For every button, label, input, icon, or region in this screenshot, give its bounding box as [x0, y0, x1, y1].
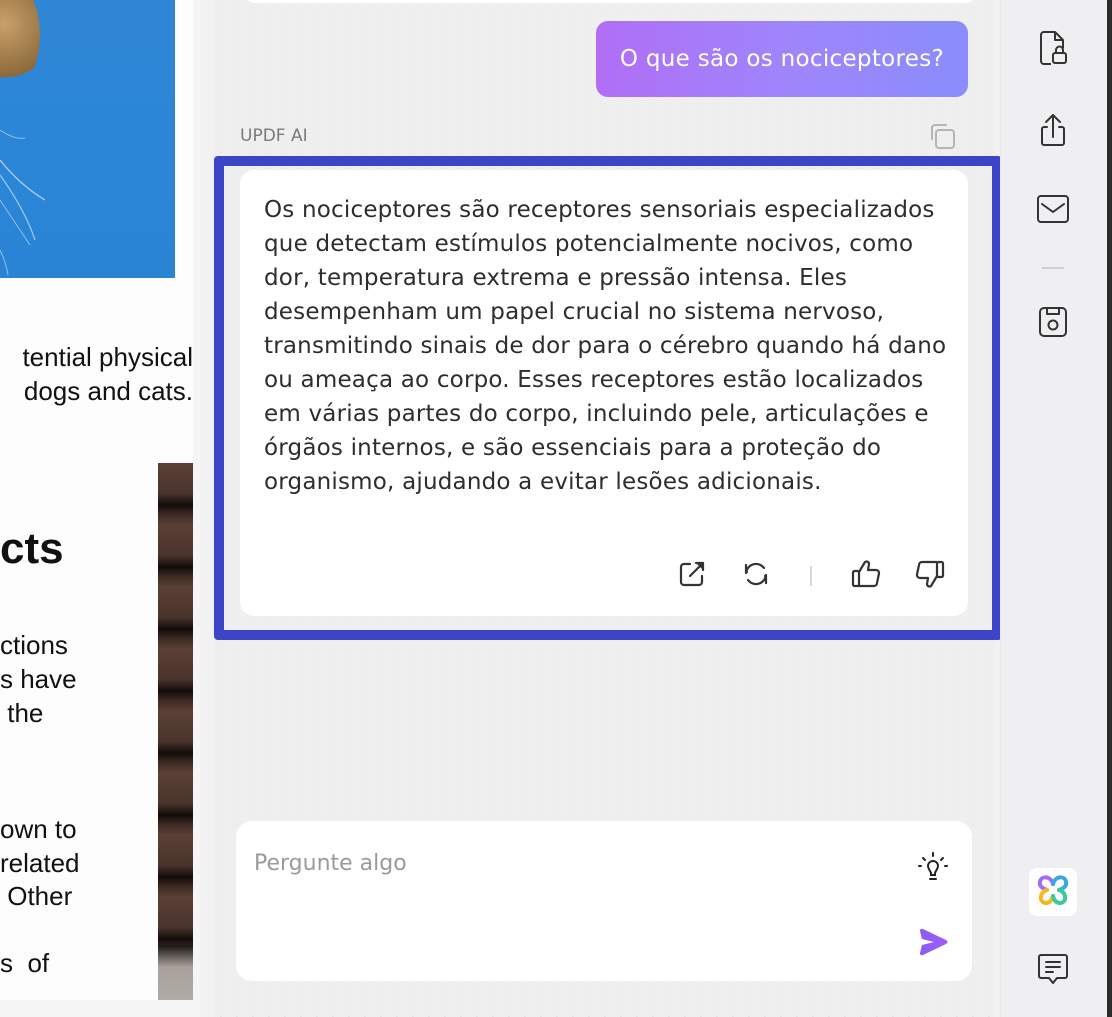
ai-response-text: Os nociceptores são receptores sensoriai… — [264, 197, 947, 495]
ai-chat-panel: O que são os nociceptores? UPDF AI Os no… — [213, 0, 1002, 1017]
comment-icon — [1035, 951, 1071, 993]
pdf-text-line: ctions — [0, 630, 68, 660]
mail-icon — [1035, 193, 1071, 229]
export-button[interactable] — [674, 558, 710, 594]
send-icon — [916, 928, 950, 963]
ai-response-card: Os nociceptores são receptores sensoriai… — [240, 170, 968, 616]
save-icon — [1036, 304, 1070, 344]
pdf-text-line: the — [0, 698, 44, 728]
share-button[interactable] — [1031, 111, 1075, 155]
email-button[interactable] — [1031, 189, 1075, 233]
thumbs-up-icon — [850, 558, 882, 594]
save-button[interactable] — [1031, 302, 1075, 346]
previous-message-card — [243, 0, 977, 3]
chat-input-box — [236, 821, 972, 981]
refresh-icon — [741, 559, 771, 593]
comments-button[interactable] — [1031, 950, 1075, 994]
thumbs-down-icon — [914, 558, 946, 594]
protect-document-button[interactable] — [1031, 28, 1075, 72]
prompt-suggestions-button[interactable] — [916, 851, 950, 885]
user-message-bubble: O que são os nociceptores? — [595, 21, 968, 97]
share-icon — [1035, 111, 1071, 155]
regenerate-button[interactable] — [738, 558, 774, 594]
pdf-text-line: tential physical — [22, 342, 193, 372]
actions-divider — [810, 566, 812, 586]
pdf-photo — [158, 463, 193, 1000]
pdf-text-line: s of — [0, 948, 50, 978]
dislike-button[interactable] — [912, 558, 948, 594]
pdf-text-line: Other — [0, 881, 73, 911]
updf-ai-button[interactable] — [1029, 868, 1077, 916]
updf-ai-logo-icon — [1033, 870, 1073, 914]
pdf-text-line: own to — [0, 814, 77, 844]
pdf-heading: cts — [0, 524, 64, 573]
sidebar-divider — [1042, 267, 1064, 269]
pdf-page: tential physical dogs and cats. cts ctio… — [0, 0, 193, 1000]
cat-photo — [0, 0, 175, 278]
window-edge — [1107, 0, 1112, 1017]
file-lock-icon — [1035, 28, 1071, 72]
pdf-text-line: dogs and cats. — [23, 376, 193, 406]
ai-sender-label: UPDF AI — [240, 126, 308, 146]
pdf-viewer: tential physical dogs and cats. cts ctio… — [0, 0, 200, 1017]
pdf-text-line: s have — [0, 664, 77, 694]
right-toolbar — [1000, 0, 1107, 1017]
ask-input[interactable] — [254, 843, 874, 883]
copy-icon[interactable] — [927, 121, 957, 151]
response-actions — [674, 558, 948, 594]
like-button[interactable] — [848, 558, 884, 594]
external-link-icon — [677, 559, 707, 593]
lightbulb-icon — [916, 852, 950, 889]
send-button[interactable] — [916, 925, 950, 959]
pdf-text-line: related — [0, 848, 80, 878]
